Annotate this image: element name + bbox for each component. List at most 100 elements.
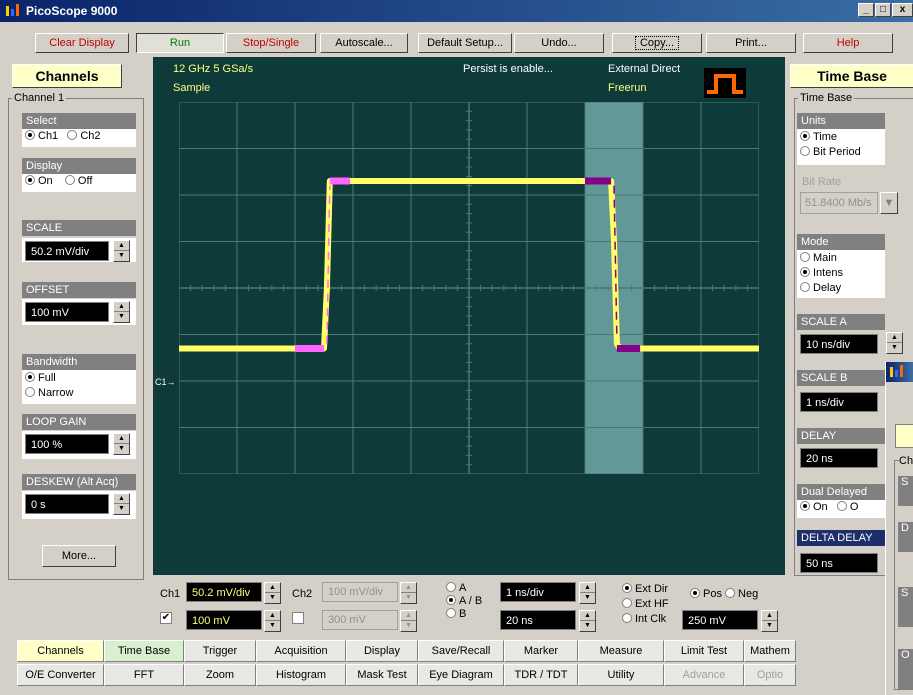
trigger-level-input[interactable]: 250 mV <box>682 610 758 630</box>
tab-acquisition[interactable]: Acquisition <box>256 640 346 662</box>
tab-optio[interactable]: Optio <box>744 664 796 686</box>
tab-channels[interactable]: Channels <box>17 640 104 662</box>
spin-up-icon[interactable]: ▲ <box>114 494 129 504</box>
print-button[interactable]: Print... <box>706 33 796 53</box>
timebase-delay-spinner[interactable]: ▲ ▼ <box>579 610 596 632</box>
dual-delayed-off-radio[interactable]: O <box>836 501 858 513</box>
ch1-scale-spinner[interactable]: ▲ ▼ <box>264 582 281 604</box>
timebase-scale-spinner[interactable]: ▲ ▼ <box>579 582 596 604</box>
ch2-enable-checkbox[interactable] <box>292 612 304 624</box>
spin-down-icon[interactable]: ▼ <box>887 343 902 353</box>
spin-up-icon[interactable]: ▲ <box>114 434 129 444</box>
delta-delay-input[interactable]: 50 ns <box>800 553 878 573</box>
spin-up-icon[interactable]: ▲ <box>887 333 902 343</box>
spin-up-icon[interactable]: ▲ <box>265 583 280 593</box>
spin-down-icon[interactable]: ▼ <box>114 444 129 454</box>
delay-input[interactable]: 20 ns <box>800 448 878 468</box>
secondary-window-fragment[interactable]: Ch S D S O <box>885 362 913 695</box>
spin-up-icon[interactable]: ▲ <box>114 241 129 251</box>
spin-down-icon[interactable]: ▼ <box>114 251 129 261</box>
trigger-intclk-radio[interactable]: Int Clk <box>622 612 669 627</box>
ch1-enable-checkbox[interactable]: ✔ <box>160 612 172 624</box>
trigger-level-spinner[interactable]: ▲ ▼ <box>761 610 778 632</box>
tab-marker[interactable]: Marker <box>504 640 578 662</box>
scale-input[interactable]: 50.2 mV/div <box>25 241 109 261</box>
trigger-extdir-radio[interactable]: Ext Dir <box>622 582 669 597</box>
slope-pos-radio[interactable]: Pos <box>690 588 722 600</box>
scale-a-input[interactable]: 10 ns/div <box>800 334 878 354</box>
units-time-radio[interactable]: Time <box>800 130 882 145</box>
tab-advance[interactable]: Advance <box>664 664 744 686</box>
tab-limit-test[interactable]: Limit Test <box>664 640 744 662</box>
spin-up-icon[interactable]: ▲ <box>580 583 595 593</box>
timebase-a-radio[interactable]: A <box>446 582 482 595</box>
spin-down-icon[interactable]: ▼ <box>580 593 595 603</box>
deskew-input[interactable]: 0 s <box>25 494 109 514</box>
loop-gain-input[interactable]: 100 % <box>25 434 109 454</box>
loop-gain-spinner[interactable]: ▲ ▼ <box>113 433 130 455</box>
offset-spinner[interactable]: ▲ ▼ <box>113 301 130 323</box>
bandwidth-full-radio[interactable]: Full <box>25 371 133 386</box>
offset-input[interactable]: 100 mV <box>25 302 109 322</box>
scale-spinner[interactable]: ▲ ▼ <box>113 240 130 262</box>
trigger-exthf-radio[interactable]: Ext HF <box>622 597 669 612</box>
clear-display-button[interactable]: Clear Display <box>35 33 129 53</box>
close-button[interactable]: x <box>892 3 913 17</box>
autoscale-button[interactable]: Autoscale... <box>320 33 408 53</box>
tab-display[interactable]: Display <box>346 640 418 662</box>
timebase-scale-input[interactable]: 1 ns/div <box>500 582 576 602</box>
stop-single-button[interactable]: Stop/Single <box>226 33 316 53</box>
tab-histogram[interactable]: Histogram <box>256 664 346 686</box>
dual-delayed-on-radio[interactable]: On <box>800 501 828 513</box>
spin-down-icon[interactable]: ▼ <box>114 504 129 514</box>
mode-main-radio[interactable]: Main <box>800 251 882 266</box>
spin-down-icon[interactable]: ▼ <box>265 593 280 603</box>
run-button[interactable]: Run <box>136 33 224 53</box>
tab-fft[interactable]: FFT <box>104 664 184 686</box>
more-button[interactable]: More... <box>42 545 116 567</box>
tab-mask-test[interactable]: Mask Test <box>346 664 418 686</box>
timebase-b-radio[interactable]: B <box>446 608 482 621</box>
scope-display[interactable]: 12 GHz 5 GSa/s Sample Persist is enable.… <box>153 57 785 575</box>
tab-zoom[interactable]: Zoom <box>184 664 256 686</box>
spin-up-icon[interactable]: ▲ <box>114 302 129 312</box>
maximize-button[interactable]: □ <box>875 3 891 17</box>
spin-up-icon[interactable]: ▲ <box>265 611 280 621</box>
spin-up-icon[interactable]: ▲ <box>580 611 595 621</box>
tab-mathem[interactable]: Mathem <box>744 640 796 662</box>
spin-up-icon[interactable]: ▲ <box>762 611 777 621</box>
display-off-radio[interactable]: Off <box>64 175 92 187</box>
select-ch1-radio[interactable]: Ch1 <box>25 130 58 142</box>
select-ch2-radio[interactable]: Ch2 <box>67 130 101 142</box>
spin-down-icon[interactable]: ▼ <box>265 621 280 631</box>
tab-measure[interactable]: Measure <box>578 640 664 662</box>
units-bitperiod-radio[interactable]: Bit Period <box>800 145 882 160</box>
ch1-offset-input[interactable]: 100 mV <box>186 610 262 630</box>
bandwidth-narrow-radio[interactable]: Narrow <box>25 386 133 401</box>
spin-down-icon[interactable]: ▼ <box>762 621 777 631</box>
copy-button[interactable]: Copy... <box>612 33 702 53</box>
slope-neg-radio[interactable]: Neg <box>725 588 758 600</box>
scale-b-input[interactable]: 1 ns/div <box>800 392 878 412</box>
help-button[interactable]: Help <box>803 33 893 53</box>
timebase-ab-radio[interactable]: A / B <box>446 595 482 608</box>
mode-delay-radio[interactable]: Delay <box>800 281 882 296</box>
tab-utility[interactable]: Utility <box>578 664 664 686</box>
tab-save-recall[interactable]: Save/Recall <box>418 640 504 662</box>
scale-a-spinner[interactable]: ▲ ▼ <box>886 332 903 354</box>
tab-o-e-converter[interactable]: O/E Converter <box>17 664 104 686</box>
ch1-scale-input[interactable]: 50.2 mV/div <box>186 582 262 602</box>
spin-down-icon[interactable]: ▼ <box>580 621 595 631</box>
tab-time-base[interactable]: Time Base <box>104 640 184 662</box>
display-on-radio[interactable]: On <box>25 175 53 187</box>
default-setup-button[interactable]: Default Setup... <box>418 33 512 53</box>
tab-trigger[interactable]: Trigger <box>184 640 256 662</box>
timebase-delay-input[interactable]: 20 ns <box>500 610 576 630</box>
undo-button[interactable]: Undo... <box>514 33 604 53</box>
ch1-offset-spinner[interactable]: ▲ ▼ <box>264 610 281 632</box>
tab-eye-diagram[interactable]: Eye Diagram <box>418 664 504 686</box>
minimize-button[interactable]: _ <box>858 3 874 17</box>
mode-intens-radio[interactable]: Intens <box>800 266 882 281</box>
spin-down-icon[interactable]: ▼ <box>114 312 129 322</box>
deskew-spinner[interactable]: ▲ ▼ <box>113 493 130 515</box>
